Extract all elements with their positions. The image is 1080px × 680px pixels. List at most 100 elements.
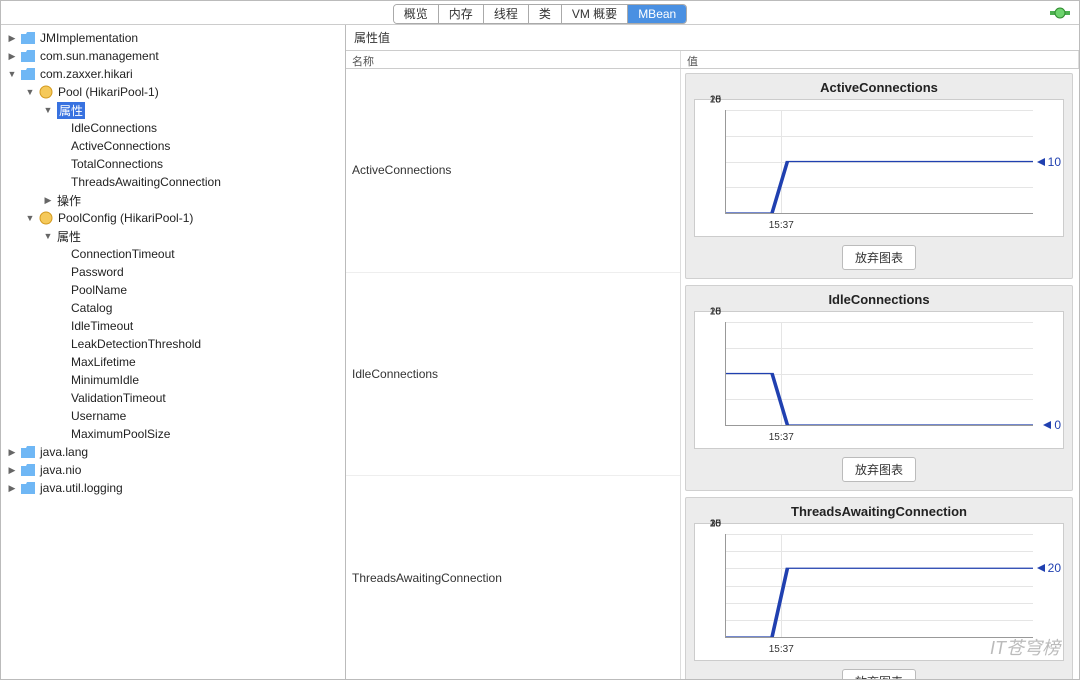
- tree-label: ActiveConnections: [71, 139, 170, 153]
- tab-group: 概览 内存 线程 类 VM 概要 MBean: [393, 4, 687, 24]
- column-headers: 名称 值: [346, 51, 1079, 69]
- app-window: 概览 内存 线程 类 VM 概要 MBean ▶ JMImplementatio…: [0, 0, 1080, 680]
- tree-leaf-username[interactable]: Username: [1, 407, 345, 425]
- tree-node-pool-attributes[interactable]: ▼ 属性: [1, 101, 345, 119]
- tab-vm-summary[interactable]: VM 概要: [562, 5, 628, 23]
- disclosure-icon[interactable]: ▶: [7, 33, 17, 43]
- tree-label: IdleConnections: [71, 121, 157, 135]
- tree-label: PoolName: [71, 283, 127, 297]
- col-header-name[interactable]: 名称: [346, 51, 681, 68]
- chart-plot[interactable]: 30 25 20 15 10 5 0: [694, 523, 1064, 661]
- tree-label: MinimumIdle: [71, 373, 139, 387]
- tree-label: Catalog: [71, 301, 112, 315]
- tree-label: java.util.logging: [40, 481, 123, 495]
- tree-leaf-minimumidle[interactable]: MinimumIdle: [1, 371, 345, 389]
- connection-status-icon: [1049, 4, 1071, 22]
- tab-mbean[interactable]: MBean: [628, 5, 686, 23]
- tab-classes[interactable]: 类: [529, 5, 562, 23]
- tree-label: java.nio: [40, 463, 81, 477]
- chart-plot[interactable]: 20 15 10 5 0: [694, 311, 1064, 449]
- chart-current-marker: 10: [1037, 155, 1061, 169]
- tree-leaf-maximumpoolsize[interactable]: MaximumPoolSize: [1, 425, 345, 443]
- charts-column: ActiveConnections 20 15 10 5 0: [681, 69, 1079, 679]
- disclosure-icon[interactable]: ▶: [7, 447, 17, 457]
- tree-node-hikari[interactable]: ▼ com.zaxxer.hikari: [1, 65, 345, 83]
- disclosure-icon[interactable]: ▶: [43, 195, 53, 205]
- tree-leaf-activeconnections[interactable]: ActiveConnections: [1, 137, 345, 155]
- tree-leaf-threadsawaiting[interactable]: ThreadsAwaitingConnection: [1, 173, 345, 191]
- tree-label: java.lang: [40, 445, 88, 459]
- panel-title: 属性值: [346, 25, 1079, 51]
- tree-leaf-validationtimeout[interactable]: ValidationTimeout: [1, 389, 345, 407]
- tree-leaf-idleconnections[interactable]: IdleConnections: [1, 119, 345, 137]
- disclosure-icon[interactable]: ▼: [7, 69, 17, 79]
- disclosure-icon[interactable]: ▼: [43, 231, 53, 241]
- mbean-tree[interactable]: ▶ JMImplementation ▶ com.sun.management …: [1, 25, 346, 679]
- top-tab-bar: 概览 内存 线程 类 VM 概要 MBean: [1, 1, 1079, 25]
- tree-leaf-idletimeout[interactable]: IdleTimeout: [1, 317, 345, 335]
- chart-title: ActiveConnections: [694, 80, 1064, 95]
- tree-node-pool-ops[interactable]: ▶ 操作: [1, 191, 345, 209]
- tree-node-poolconfig-attributes[interactable]: ▼ 属性: [1, 227, 345, 245]
- folder-icon: [21, 482, 35, 494]
- discard-chart-button[interactable]: 放弃图表: [842, 245, 916, 270]
- tree-node-javalang[interactable]: ▶ java.lang: [1, 443, 345, 461]
- chart-current-marker: 20: [1037, 561, 1061, 575]
- tree-leaf-totalconnections[interactable]: TotalConnections: [1, 155, 345, 173]
- disclosure-icon[interactable]: ▼: [25, 87, 35, 97]
- tree-leaf-connectiontimeout[interactable]: ConnectionTimeout: [1, 245, 345, 263]
- tree-node-comsun[interactable]: ▶ com.sun.management: [1, 47, 345, 65]
- tree-node-pool[interactable]: ▼ Pool (HikariPool-1): [1, 83, 345, 101]
- attr-row-threadsawaiting[interactable]: ThreadsAwaitingConnection: [346, 476, 680, 679]
- tab-threads[interactable]: 线程: [484, 5, 529, 23]
- tree-label: MaximumPoolSize: [71, 427, 170, 441]
- tree-leaf-poolname[interactable]: PoolName: [1, 281, 345, 299]
- col-header-value[interactable]: 值: [681, 51, 1079, 68]
- chart-title: ThreadsAwaitingConnection: [694, 504, 1064, 519]
- chart-yaxis: 20 15 10 5 0: [695, 100, 725, 236]
- disclosure-icon[interactable]: ▶: [7, 51, 17, 61]
- attr-row-idleconnections[interactable]: IdleConnections: [346, 273, 680, 477]
- disclosure-icon[interactable]: ▶: [7, 483, 17, 493]
- folder-icon: [21, 446, 35, 458]
- tree-node-javanio[interactable]: ▶ java.nio: [1, 461, 345, 479]
- tree-node-jmimpl[interactable]: ▶ JMImplementation: [1, 29, 345, 47]
- tree-label: ValidationTimeout: [71, 391, 166, 405]
- tree-label: ConnectionTimeout: [71, 247, 175, 261]
- tree-label: TotalConnections: [71, 157, 163, 171]
- chart-plot[interactable]: 20 15 10 5 0: [694, 99, 1064, 237]
- folder-icon: [21, 68, 35, 80]
- chart-yaxis: 30 25 20 15 10 5 0: [695, 524, 725, 660]
- tree-label: 属性: [57, 102, 85, 119]
- disclosure-icon[interactable]: ▼: [43, 105, 53, 115]
- folder-icon: [21, 32, 35, 44]
- tree-label: Pool (HikariPool-1): [58, 85, 159, 99]
- tree-label: LeakDetectionThreshold: [71, 337, 201, 351]
- tree-label: PoolConfig (HikariPool-1): [58, 211, 193, 225]
- tree-node-javautillogging[interactable]: ▶ java.util.logging: [1, 479, 345, 497]
- tree-label: IdleTimeout: [71, 319, 133, 333]
- folder-icon: [21, 464, 35, 476]
- chart-current-marker: 0: [1043, 418, 1061, 432]
- discard-chart-button[interactable]: 放弃图表: [842, 457, 916, 482]
- tree-label: com.zaxxer.hikari: [40, 67, 133, 81]
- chart-xlabel: 15:37: [769, 220, 794, 231]
- chart-xlabel: 15:37: [769, 432, 794, 443]
- tree-leaf-maxlifetime[interactable]: MaxLifetime: [1, 353, 345, 371]
- chart-yaxis: 20 15 10 5 0: [695, 312, 725, 448]
- folder-icon: [21, 50, 35, 62]
- tree-leaf-password[interactable]: Password: [1, 263, 345, 281]
- attribute-body: ActiveConnections IdleConnections Thread…: [346, 69, 1079, 679]
- tab-overview[interactable]: 概览: [394, 5, 439, 23]
- tab-memory[interactable]: 内存: [439, 5, 484, 23]
- tree-label: 属性: [57, 228, 81, 245]
- disclosure-icon[interactable]: ▼: [25, 213, 35, 223]
- disclosure-icon[interactable]: ▶: [7, 465, 17, 475]
- chart-plot-area: 15:37 20: [725, 534, 1033, 638]
- tree-leaf-leakthreshold[interactable]: LeakDetectionThreshold: [1, 335, 345, 353]
- tree-node-poolconfig[interactable]: ▼ PoolConfig (HikariPool-1): [1, 209, 345, 227]
- attr-row-activeconnections[interactable]: ActiveConnections: [346, 69, 680, 273]
- tree-leaf-catalog[interactable]: Catalog: [1, 299, 345, 317]
- discard-chart-button[interactable]: 放弃图表: [842, 669, 916, 679]
- chart-plot-area: 15:37 10: [725, 110, 1033, 214]
